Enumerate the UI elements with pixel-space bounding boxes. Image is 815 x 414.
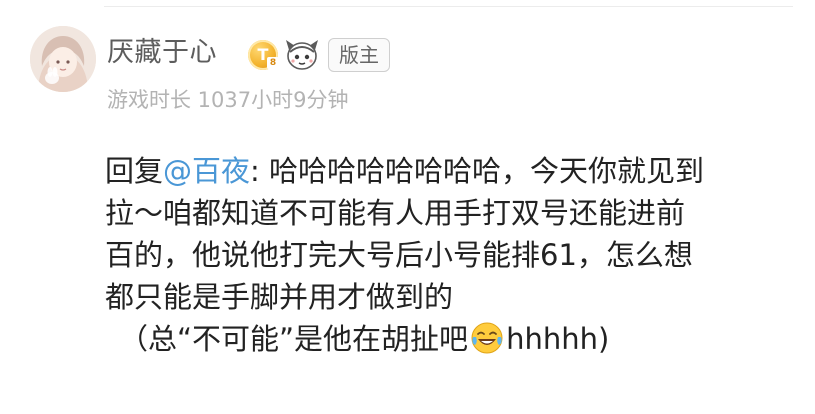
mention-link[interactable]: @百夜 [163, 154, 250, 188]
reply-text-tail: hhhhh) [506, 322, 610, 356]
divider [104, 6, 793, 7]
reply-line: （总“不可能”是他在胡扯吧 hhhhh) [105, 318, 805, 360]
tears-of-joy-emoji-icon [470, 321, 504, 355]
reply-post: 厌藏于心 T 8 版主 游戏时长 1037小时9分钟 回复@百夜: 哈哈哈哈哈哈… [0, 0, 815, 414]
reply-line: 拉～咱都知道不可能有人用手打双号还能进前 [105, 196, 686, 230]
avatar[interactable] [30, 26, 96, 92]
reply-line: 回复@百夜: 哈哈哈哈哈哈哈哈，今天你就见到 [105, 150, 805, 192]
reply-colon: : [250, 154, 260, 188]
character-badge-icon [283, 36, 321, 72]
reply-line: 都只能是手脚并用才做到的 [105, 280, 454, 314]
reply-content: 回复@百夜: 哈哈哈哈哈哈哈哈，今天你就见到 拉～咱都知道不可能有人用手打双号还… [105, 150, 805, 360]
anime-girl-avatar-icon [30, 26, 96, 92]
username[interactable]: 厌藏于心 [107, 37, 217, 69]
reply-text: （总“不可能”是他在胡扯吧 [119, 322, 469, 356]
level-badge-sub: 8 [267, 57, 279, 69]
reply-text: 哈哈哈哈哈哈哈哈，今天你就见到 [259, 154, 705, 188]
reply-line: 百的，他说他打完大号后小号能排61，怎么想 [105, 238, 693, 272]
level-badge-icon: T 8 [248, 40, 279, 70]
moderator-tag: 版主 [328, 38, 390, 72]
reply-prefix: 回复 [105, 154, 164, 188]
playtime: 游戏时长 1037小时9分钟 [107, 88, 349, 112]
